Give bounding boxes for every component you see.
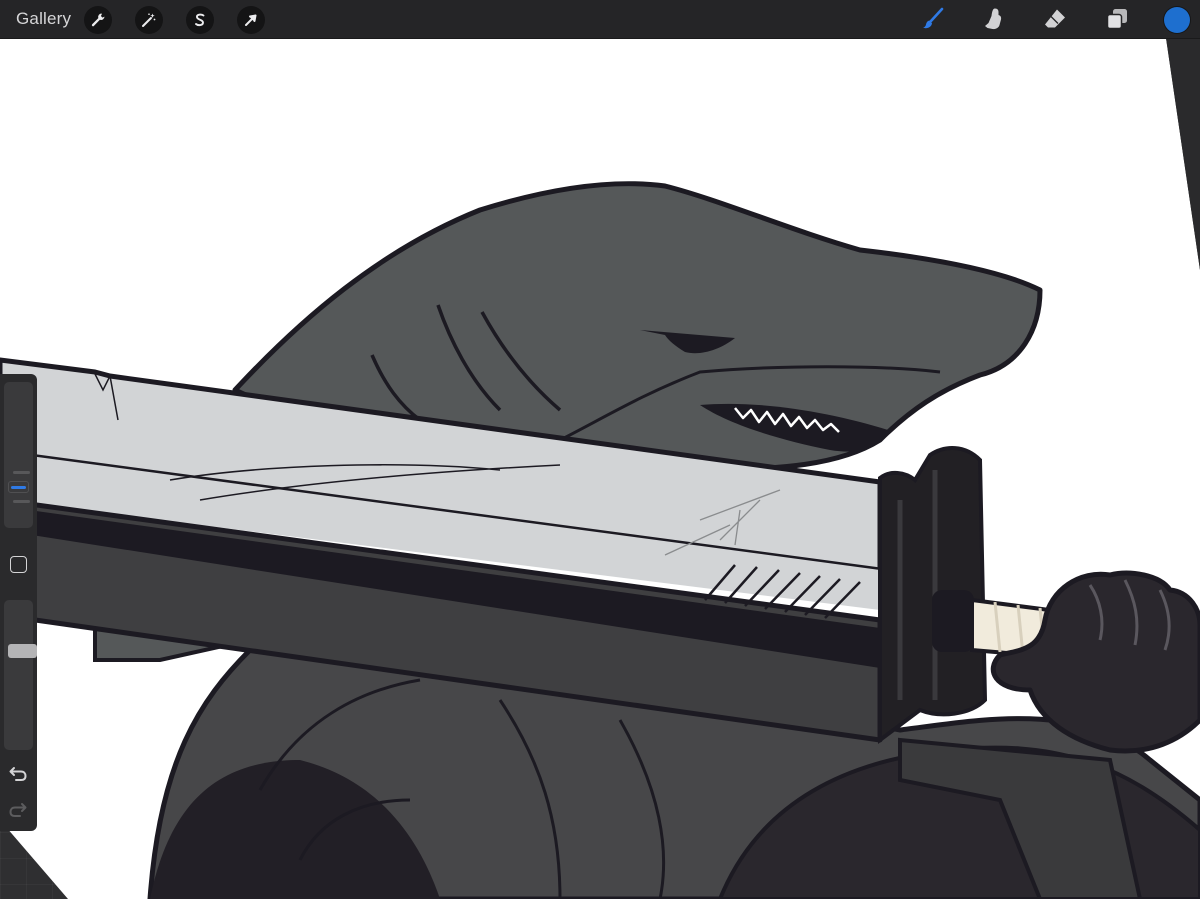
redo-arrow-icon: [9, 803, 27, 817]
brush-opacity-slider[interactable]: [4, 600, 37, 750]
arrow-cursor-icon: [245, 14, 257, 26]
selection-s-icon: [195, 13, 205, 27]
drawing-canvas[interactable]: [0, 38, 1200, 899]
undo-arrow-icon: [9, 767, 27, 781]
sword-pommel-collar: [932, 590, 974, 652]
brush-tool-button[interactable]: [919, 5, 947, 33]
artwork: [0, 38, 1200, 899]
eraser-icon: [1045, 9, 1065, 28]
smudge-finger-icon: [985, 8, 1002, 30]
gallery-button[interactable]: Gallery: [16, 9, 71, 29]
brush-opacity-handle[interactable]: [8, 644, 37, 658]
smudge-tool-button[interactable]: [980, 5, 1008, 33]
brush-size-handle[interactable]: [8, 481, 29, 493]
size-tick-bottom: [13, 500, 30, 503]
brush-icon: [923, 7, 944, 29]
size-tick-top: [13, 471, 30, 474]
transform-button[interactable]: [237, 6, 265, 34]
actions-button[interactable]: [84, 6, 112, 34]
modify-button[interactable]: [10, 556, 27, 573]
redo-button[interactable]: [8, 800, 28, 818]
eraser-tool-button[interactable]: [1041, 5, 1069, 33]
undo-button[interactable]: [8, 764, 28, 782]
layers-icon: [1106, 9, 1127, 30]
selection-button[interactable]: [186, 6, 214, 34]
wrench-icon: [91, 13, 105, 27]
procreate-app: Gallery: [0, 0, 1200, 899]
color-picker-swatch[interactable]: [1164, 7, 1190, 33]
top-toolbar: Gallery: [0, 0, 1200, 39]
layers-tool-button[interactable]: [1103, 5, 1131, 33]
adjustments-button[interactable]: [135, 6, 163, 34]
left-sidebar: [0, 374, 37, 831]
magic-wand-icon: [142, 13, 156, 27]
brush-size-slider[interactable]: [4, 382, 33, 528]
